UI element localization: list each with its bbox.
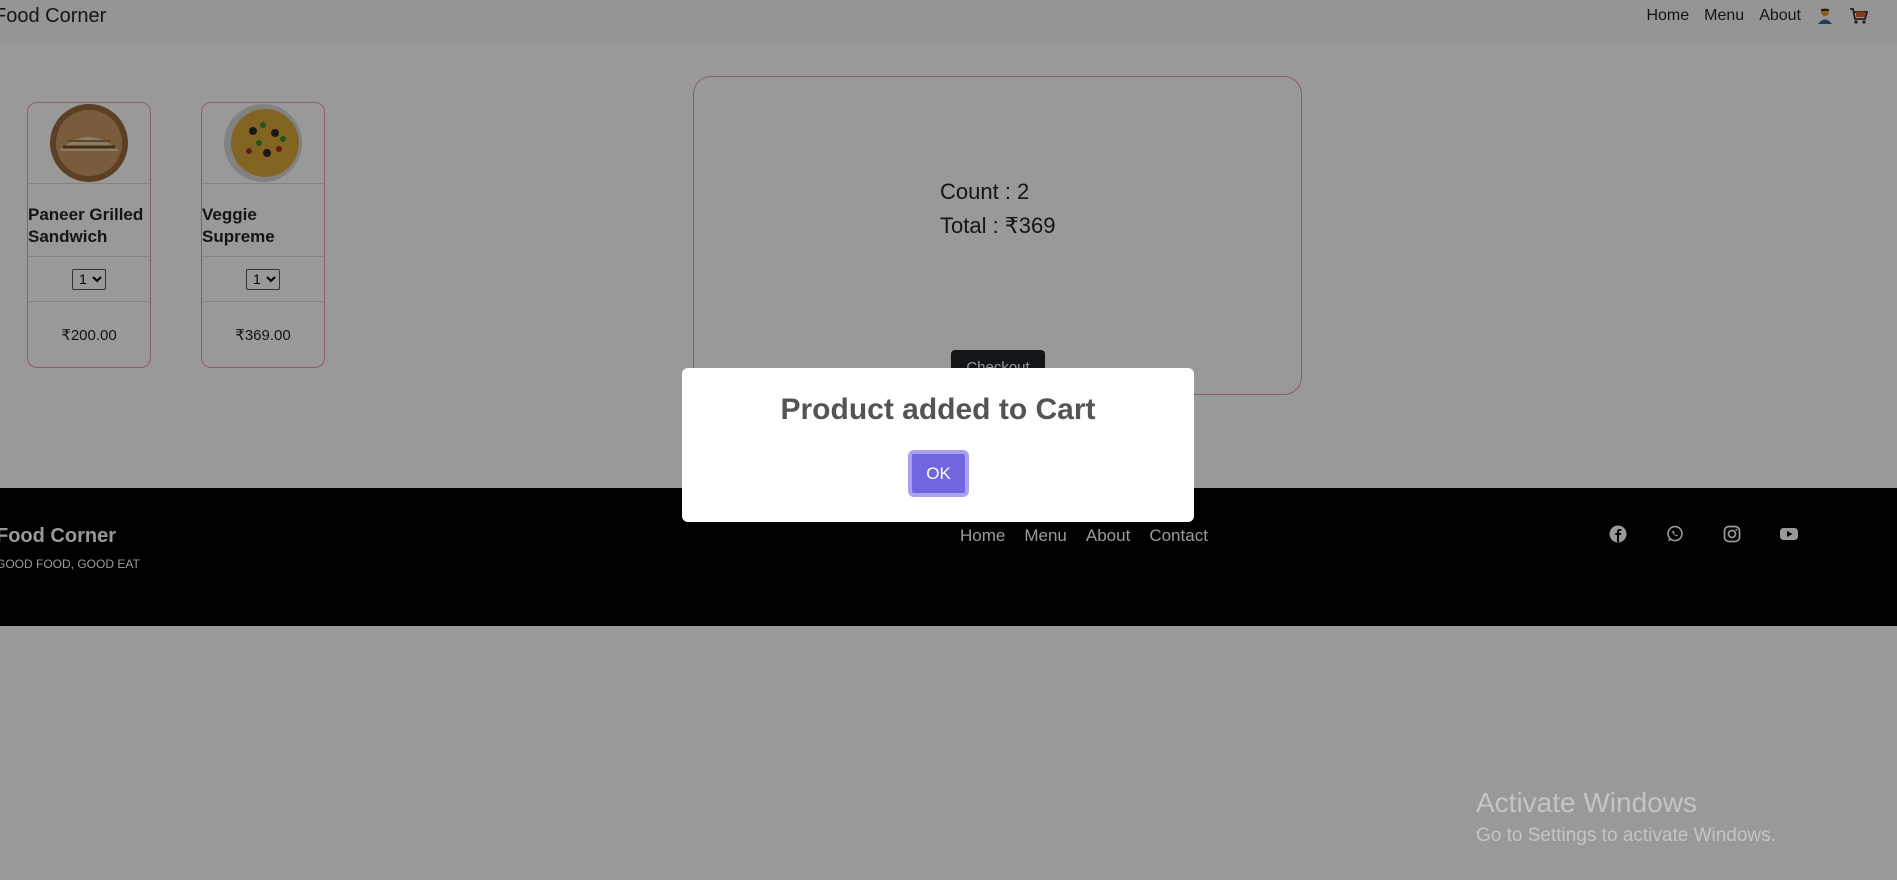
ok-button[interactable]: OK	[908, 450, 969, 497]
windows-activation-watermark: Activate Windows Go to Settings to activ…	[1476, 787, 1776, 847]
watermark-subtitle: Go to Settings to activate Windows.	[1476, 825, 1776, 846]
watermark-title: Activate Windows	[1476, 787, 1697, 818]
alert-dialog: Product added to Cart OK	[682, 368, 1194, 522]
alert-title: Product added to Cart	[780, 393, 1096, 426]
